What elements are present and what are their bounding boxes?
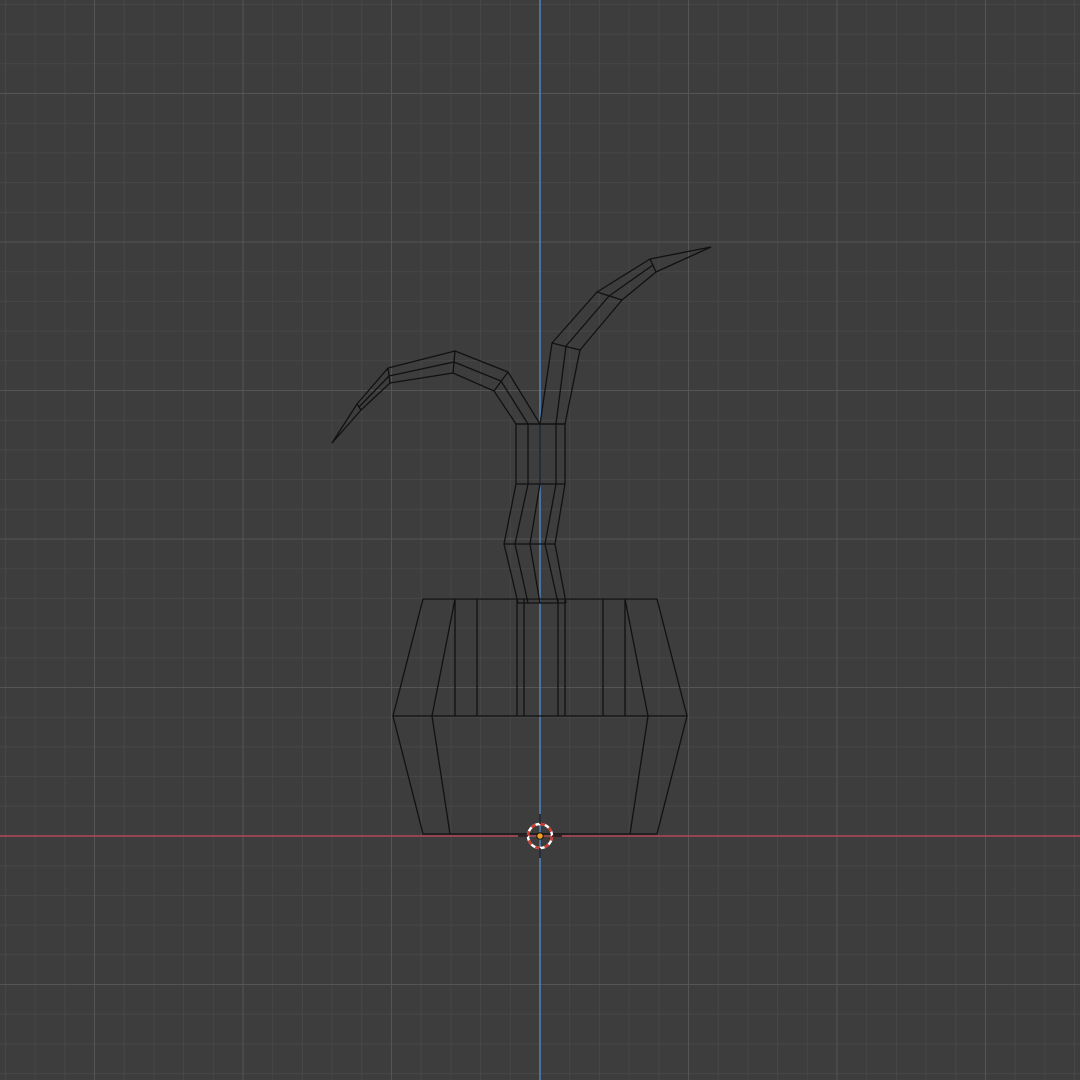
viewport-canvas[interactable] [0,0,1080,1080]
object-origin-icon [536,832,544,840]
3d-viewport[interactable] [0,0,1080,1080]
